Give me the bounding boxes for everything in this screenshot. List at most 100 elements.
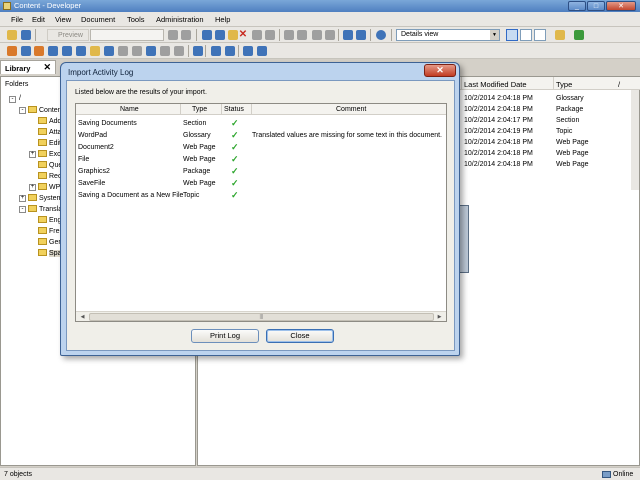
back-icon[interactable] (312, 30, 322, 40)
link-icon[interactable] (104, 46, 114, 56)
upload-icon[interactable] (257, 46, 267, 56)
folder-icon (28, 205, 37, 212)
open-folder-icon[interactable] (7, 30, 17, 40)
row-date: 10/2/2014 2:04:18 PM (464, 95, 533, 102)
copy-icon[interactable] (215, 30, 225, 40)
horizontal-scrollbar[interactable]: ◀ ||| ▶ (76, 311, 446, 321)
check-icon[interactable] (160, 46, 170, 56)
menu-view[interactable]: View (55, 15, 71, 24)
properties-icon[interactable] (168, 30, 178, 40)
column-name[interactable]: Name (120, 106, 139, 113)
column-type[interactable]: Type (556, 80, 572, 89)
menu-document[interactable]: Document (81, 15, 115, 24)
tree-item-system[interactable]: System (28, 194, 62, 204)
new-folder-icon[interactable] (90, 46, 100, 56)
expander-exce[interactable]: + (29, 151, 36, 158)
tree-item-content[interactable]: Content (28, 106, 64, 116)
new-section-icon[interactable] (21, 46, 31, 56)
new-web-page-icon[interactable] (62, 46, 72, 56)
play-icon[interactable] (146, 46, 156, 56)
expander-translations[interactable]: - (19, 206, 26, 213)
column-comment[interactable]: Comment (336, 106, 366, 113)
maximize-button[interactable]: □ (587, 1, 605, 11)
list-view-button[interactable] (520, 29, 532, 41)
scroll-left-icon[interactable]: ◀ (78, 313, 87, 321)
close-window-button[interactable]: ✕ (606, 1, 636, 11)
column-sort-indicator[interactable]: / (618, 80, 620, 89)
column-last-modified[interactable]: Last Modified Date (464, 80, 527, 89)
scroll-right-icon[interactable]: ▶ (435, 313, 444, 321)
refresh-icon[interactable] (574, 30, 584, 40)
resize-icon[interactable] (193, 46, 203, 56)
scrollbar-thumb[interactable]: ||| (89, 313, 434, 321)
expander-wp[interactable]: + (29, 184, 36, 191)
expander-system[interactable]: + (19, 195, 26, 202)
find-icon[interactable] (252, 30, 262, 40)
preview-button[interactable]: Preview (47, 29, 89, 41)
undo-icon[interactable] (284, 30, 294, 40)
new-window-icon[interactable] (555, 30, 565, 40)
spell-check-icon[interactable] (356, 30, 366, 40)
menu-help[interactable]: Help (215, 15, 230, 24)
column-divider[interactable] (251, 104, 252, 115)
close-button[interactable]: Close (266, 329, 334, 343)
result-row[interactable]: WordPad Glossary ✓ Translated values are mi… (76, 130, 446, 142)
column-divider[interactable] (461, 77, 462, 90)
column-divider[interactable] (221, 104, 222, 115)
help-icon[interactable] (376, 30, 386, 40)
minimize-button[interactable]: _ (568, 1, 586, 11)
result-row[interactable]: Document2 Web Page ✓ (76, 142, 446, 154)
paste-icon[interactable] (228, 30, 238, 40)
forward-icon[interactable] (325, 30, 335, 40)
new-package-icon[interactable] (76, 46, 86, 56)
column-divider[interactable] (180, 104, 181, 115)
tree-item-wp[interactable]: WP (38, 183, 60, 193)
result-row[interactable]: File Web Page ✓ (76, 154, 446, 166)
tree-item-root[interactable]: / (19, 95, 21, 105)
menu-administration[interactable]: Administration (156, 15, 204, 24)
redo-icon[interactable] (297, 30, 307, 40)
chevron-down-icon[interactable]: ▼ (490, 30, 499, 40)
success-check-icon: ✓ (231, 142, 239, 152)
details-view-button[interactable] (506, 29, 518, 41)
menu-file[interactable]: File (11, 15, 23, 24)
delete-icon[interactable]: ✕ (238, 30, 248, 40)
close-icon[interactable]: ✕ (43, 62, 51, 73)
vertical-scrollbar[interactable] (631, 90, 639, 190)
column-divider[interactable] (553, 77, 554, 90)
icon-view-button[interactable] (534, 29, 546, 41)
expander-root[interactable]: - (9, 96, 16, 103)
result-type: Web Page (183, 180, 216, 187)
new-topic-icon[interactable] (34, 46, 44, 56)
result-row[interactable]: Graphics2 Package ✓ (76, 166, 446, 178)
print-log-button[interactable]: Print Log (191, 329, 259, 343)
save-icon[interactable] (21, 30, 31, 40)
column-type[interactable]: Type (192, 106, 207, 113)
new-glossary-icon[interactable] (48, 46, 58, 56)
expander-content[interactable]: - (19, 107, 26, 114)
column-status[interactable]: Status (224, 106, 244, 113)
new-document-icon[interactable] (7, 46, 17, 56)
view-mode-select[interactable]: Details view ▼ (396, 29, 500, 41)
result-row[interactable]: Saving Documents Section ✓ (76, 118, 446, 130)
cut-icon[interactable] (202, 30, 212, 40)
properties-doc-icon[interactable] (174, 46, 184, 56)
binoculars-icon[interactable] (343, 30, 353, 40)
dialog-close-button[interactable]: ✕ (424, 64, 456, 77)
menu-tools[interactable]: Tools (127, 15, 145, 24)
attach-icon[interactable] (118, 46, 128, 56)
zoom-icon[interactable] (265, 30, 275, 40)
tab-library[interactable]: Library ✕ (0, 60, 56, 74)
result-row[interactable]: SaveFile Web Page ✓ (76, 178, 446, 190)
download-icon[interactable] (243, 46, 253, 56)
edit-icon[interactable] (132, 46, 142, 56)
result-row[interactable]: Saving a Document as a New File Topic ✓ (76, 190, 446, 202)
tree-item-que[interactable]: Que (38, 161, 62, 171)
export-icon[interactable] (211, 46, 221, 56)
import-icon[interactable] (225, 46, 235, 56)
format-icon[interactable] (181, 30, 191, 40)
menu-edit[interactable]: Edit (32, 15, 45, 24)
tree-item-atta[interactable]: Atta (38, 128, 61, 138)
tree-item-editi[interactable]: Editi (38, 139, 63, 149)
row-type: Glossary (556, 95, 584, 102)
